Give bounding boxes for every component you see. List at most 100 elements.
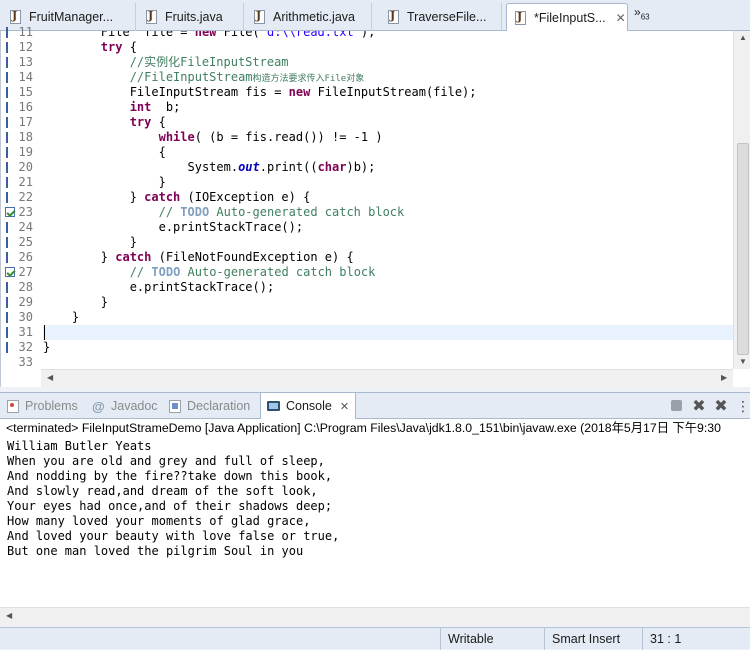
- javadoc-icon: @: [92, 399, 105, 414]
- tab-traversefile[interactable]: J TraverseFile...: [380, 3, 502, 31]
- java-file-icon: J: [146, 9, 159, 24]
- chevron-double-right-icon: »: [634, 5, 641, 19]
- declaration-icon: [168, 399, 182, 413]
- view-tab-bar: Problems @ Javadoc Declaration Console ✕…: [0, 392, 750, 419]
- change-bar-icon: [3, 280, 11, 295]
- change-bar-icon: [3, 100, 11, 115]
- scroll-right-arrow-icon[interactable]: ▶: [721, 373, 727, 382]
- java-file-icon: J: [515, 10, 528, 25]
- change-bar-icon: [3, 70, 11, 85]
- task-marker-icon[interactable]: [5, 207, 15, 217]
- close-tab-icon[interactable]: ✕: [616, 11, 626, 25]
- change-bar-icon: [3, 220, 11, 235]
- overflow-count: 63: [640, 12, 650, 22]
- change-bar-icon: [3, 250, 11, 265]
- java-file-icon: J: [388, 9, 401, 24]
- tab-label: Fruits.java: [165, 10, 223, 24]
- tab-javadoc[interactable]: @ Javadoc: [92, 393, 158, 419]
- code-line-23: // TODO Auto-generated catch block: [158, 205, 405, 219]
- line-number: 33: [18, 355, 33, 369]
- code-line-18: while( (b = fis.read()) != -1 ): [158, 130, 383, 144]
- change-bar-icon: [3, 295, 11, 310]
- tab-label: Javadoc: [111, 399, 158, 413]
- change-bar-icon: [3, 310, 11, 325]
- editor-vertical-scrollbar[interactable]: ▲ ▼: [733, 31, 750, 369]
- remove-launch-icon[interactable]: ✖: [691, 398, 707, 414]
- code-area[interactable]: File file = new File( d:\\read.txt ); tr…: [43, 31, 733, 369]
- change-bar-icon: [3, 190, 11, 205]
- change-bar-icon: [3, 325, 11, 340]
- console-line: And slowly read,and dream of the soft lo…: [7, 484, 318, 498]
- code-line-26: } catch (FileNotFoundException e) {: [100, 250, 354, 264]
- code-line-12: try {: [100, 40, 137, 54]
- scroll-left-arrow-icon[interactable]: ◀: [6, 611, 12, 620]
- remove-all-terminated-icon[interactable]: ✖: [713, 398, 729, 414]
- terminate-icon[interactable]: [669, 398, 685, 414]
- tab-label: Declaration: [187, 399, 251, 413]
- code-line-30: }: [71, 310, 80, 324]
- console-process-header: <terminated> FileInputStrameDemo [Java A…: [0, 419, 750, 437]
- console-line: When you are old and grey and full of sl…: [7, 454, 325, 468]
- code-line-28: e.printStackTrace();: [129, 280, 275, 294]
- change-bar-icon: [3, 115, 11, 130]
- tab-label: Problems: [25, 399, 78, 413]
- code-line-25: }: [129, 235, 137, 249]
- code-line-14: //FileInputStream构造方法要求传入File对象: [129, 70, 365, 84]
- code-line-31-current: [43, 325, 733, 340]
- status-insert-mode[interactable]: Smart Insert: [544, 628, 642, 650]
- change-bar-icon: [3, 25, 11, 40]
- code-line-19: {: [158, 145, 166, 159]
- tab-label: Arithmetic.java: [273, 10, 355, 24]
- text-caret: [44, 325, 45, 340]
- editor-horizontal-scrollbar[interactable]: ◀ ▶: [41, 369, 733, 387]
- console-icon: [267, 399, 281, 413]
- console-line: But one man loved the pilgrim Soul in yo…: [7, 544, 304, 558]
- editor-tab-bar: J FruitManager... J Fruits.java J Arithm…: [0, 0, 750, 31]
- tab-fruits-java[interactable]: J Fruits.java: [138, 3, 244, 31]
- console-line: How many loved your moments of glad grac…: [7, 514, 311, 528]
- code-line-20: System.out.print((char)b);: [187, 160, 376, 174]
- line-number-gutter: 11 12 13 14 15 16 17 18 19 20 21 22 23 24 25 26 27 28 29 30…: [1, 25, 41, 369]
- code-line-22: } catch (IOException e) {: [129, 190, 311, 204]
- console-line: And nodding by the fire??take down this …: [7, 469, 333, 483]
- tab-console[interactable]: Console ✕: [260, 393, 357, 419]
- java-file-icon: J: [254, 9, 267, 24]
- code-line-17: try {: [129, 115, 166, 129]
- tab-arithmetic-java[interactable]: J Arithmetic.java: [246, 3, 372, 31]
- change-bar-icon: [3, 85, 11, 100]
- scroll-down-arrow-icon[interactable]: ▼: [739, 357, 747, 366]
- status-cursor-position: 31 : 1: [642, 628, 750, 650]
- tab-overflow-button[interactable]: »63: [634, 5, 650, 21]
- scrollbar-thumb[interactable]: [737, 143, 749, 355]
- task-marker-icon[interactable]: [5, 267, 15, 277]
- change-bar-icon: [3, 145, 11, 160]
- problems-icon: [6, 399, 20, 413]
- tab-fileinputstream[interactable]: J *FileInputS... ✕: [506, 3, 628, 31]
- code-line-21: }: [158, 175, 166, 189]
- tab-label: TraverseFile...: [407, 10, 487, 24]
- code-line-24: e.printStackTrace();: [158, 220, 304, 234]
- change-bar-icon: [3, 130, 11, 145]
- tab-label: *FileInputS...: [534, 10, 606, 25]
- tab-label: FruitManager...: [29, 10, 114, 24]
- console-output[interactable]: William Butler Yeats When you are old an…: [0, 437, 750, 607]
- console-line: William Butler Yeats: [7, 439, 152, 453]
- code-editor[interactable]: 11 12 13 14 15 16 17 18 19 20 21 22 23 24 25 26 27 28 29 30…: [0, 25, 750, 387]
- code-line-11: File file = new File( d:\\read.txt );: [43, 31, 376, 39]
- tab-problems[interactable]: Problems: [6, 393, 78, 419]
- code-line-29: }: [100, 295, 109, 309]
- scroll-left-arrow-icon[interactable]: ◀: [47, 373, 53, 382]
- code-line-15: FileInputStream fis = new FileInputStrea…: [129, 85, 477, 99]
- change-bar-icon: [3, 40, 11, 55]
- tab-declaration[interactable]: Declaration: [168, 393, 250, 419]
- change-bar-icon: [3, 160, 11, 175]
- java-file-icon: J: [10, 9, 23, 24]
- code-line-27: // TODO Auto-generated catch block: [129, 265, 376, 279]
- tab-label: Console: [286, 399, 332, 413]
- close-tab-icon[interactable]: ✕: [340, 400, 349, 413]
- console-horizontal-scrollbar[interactable]: ◀: [0, 607, 750, 625]
- scroll-up-arrow-icon[interactable]: ▲: [739, 33, 747, 42]
- console-line: Your eyes had once,and of their shadows …: [7, 499, 333, 513]
- view-menu-icon[interactable]: ⋮: [736, 398, 750, 414]
- change-bar-icon: [3, 175, 11, 190]
